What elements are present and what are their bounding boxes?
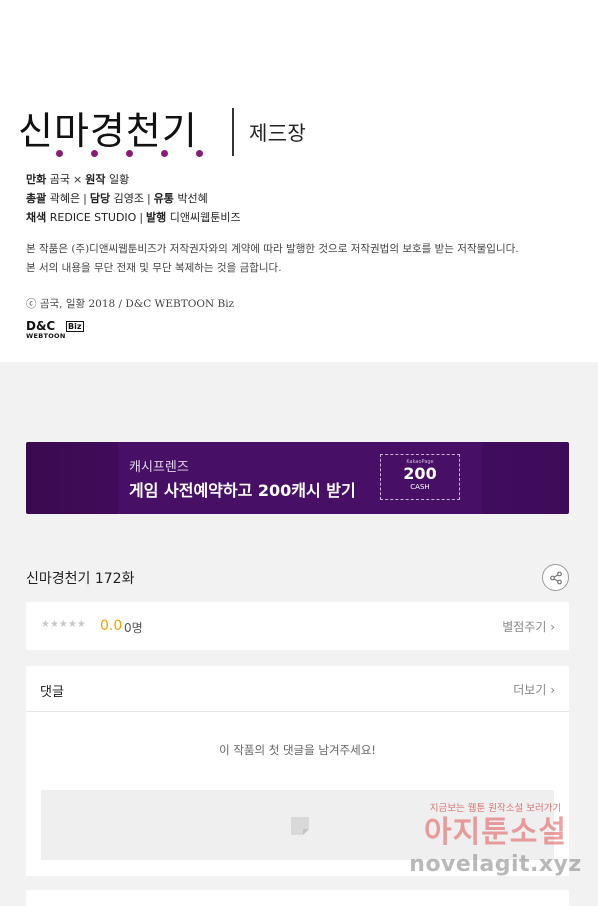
staff-separator: | bbox=[83, 192, 87, 205]
coupon-amount: 200 bbox=[403, 464, 437, 483]
site-watermark: 지금보는 웹툰 원작소설 보러가기 아지툰소설 novelagit.xyz bbox=[408, 800, 583, 890]
watermark-url: novelagit.xyz bbox=[409, 852, 582, 877]
notice-line: 본 서의 내용을 무단 전재 및 무단 복제하는 것을 금합니다. bbox=[26, 262, 282, 274]
staff-separator: | bbox=[146, 192, 151, 205]
staff-role: 총괄 bbox=[26, 192, 47, 205]
next-panel bbox=[26, 890, 569, 906]
star-rating: ★★★★★ bbox=[41, 619, 86, 630]
comment-header: 댓글 더보기 › bbox=[26, 666, 569, 712]
staff-name: 박선혜 bbox=[177, 192, 208, 205]
promo-banner[interactable]: 캐시프렌즈 게임 사전예약하고 200캐시 받기 KakaoPage 200 C… bbox=[26, 442, 569, 514]
series-title: 신마경천기 bbox=[18, 109, 198, 153]
publisher-logo: D&C Biz WEBTOON bbox=[26, 320, 86, 342]
episode-credits: 신마경천기 제三장 만화 곰국 × 원작 일황 총괄 곽혜은 | 담당 김영조 | 유통 박선… bbox=[0, 0, 598, 362]
copyright-line: ⓒ 곰국, 일황 2018 / D&C WEBTOON Biz bbox=[26, 298, 235, 310]
rating-count: 0명 bbox=[124, 621, 143, 635]
staff-role: 발행 bbox=[146, 211, 167, 224]
rate-link[interactable]: 별점주기 › bbox=[502, 618, 555, 635]
chapter-subtitle: 제三장 bbox=[249, 121, 306, 145]
image-placeholder-icon bbox=[291, 817, 309, 835]
rating-panel: ★★★★★ 0.0 0명 별점주기 › bbox=[26, 602, 569, 650]
staff-role: 만화 bbox=[26, 173, 47, 186]
banner-title: 게임 사전예약하고 200캐시 받기 bbox=[129, 481, 356, 500]
staff-name: 곽혜은 bbox=[49, 192, 81, 205]
share-button[interactable] bbox=[542, 564, 569, 591]
staff-role: 담당 bbox=[89, 192, 111, 205]
staff-role: 원작 bbox=[85, 173, 106, 186]
episode-title: 신마경천기 172화 bbox=[26, 571, 135, 587]
staff-row: 만화 곰국 × 원작 일황 bbox=[26, 170, 241, 189]
watermark-tagline: 지금보는 웹툰 원작소설 보러가기 bbox=[429, 803, 562, 814]
title-logo: 신마경천기 bbox=[18, 100, 203, 160]
staff-name: 일황 bbox=[108, 173, 130, 186]
notice-line: 본 작품은 (주)디앤씨웹툰비즈가 저작권자와의 계약에 따라 발행한 것으로 … bbox=[26, 243, 519, 255]
staff-name: 김영조 bbox=[113, 192, 144, 205]
comment-title: 댓글 bbox=[40, 685, 64, 700]
title-dots bbox=[56, 150, 203, 157]
logo-badge: Biz bbox=[66, 321, 84, 332]
staff-row: 총괄 곽혜은 | 담당 김영조 | 유통 박선혜 bbox=[26, 189, 241, 208]
copyright-notice: 본 작품은 (주)디앤씨웹툰비즈가 저작권자와의 계약에 따라 발행한 것으로 … bbox=[26, 240, 519, 278]
cash-coupon: KakaoPage 200 CASH bbox=[380, 454, 460, 500]
rating-score: 0.0 bbox=[100, 618, 123, 634]
staff-name: 디앤씨웹툰비즈 bbox=[169, 211, 241, 224]
staff-role: 유통 bbox=[153, 192, 174, 205]
logo-subtext: WEBTOON bbox=[26, 332, 66, 340]
watermark-title: 아지툰소설 bbox=[424, 815, 567, 850]
staff-separator: | bbox=[139, 211, 144, 224]
staff-name: REDICE STUDIO bbox=[49, 211, 137, 224]
more-comments-link[interactable]: 더보기 › bbox=[513, 681, 555, 698]
staff-credits: 만화 곰국 × 원작 일황 총괄 곽혜은 | 담당 김영조 | 유통 박선혜 채색 REDICE… bbox=[26, 170, 241, 227]
staff-separator: × bbox=[73, 173, 83, 186]
staff-name: 곰국 bbox=[49, 173, 70, 186]
title-divider bbox=[232, 108, 234, 156]
share-icon bbox=[549, 571, 562, 584]
coupon-unit: CASH bbox=[410, 483, 430, 491]
staff-role: 채색 bbox=[26, 211, 47, 224]
banner-subtitle: 캐시프렌즈 bbox=[129, 460, 189, 475]
staff-row: 채색 REDICE STUDIO | 발행 디앤씨웹툰비즈 bbox=[26, 208, 241, 227]
empty-comment-message: 이 작품의 첫 댓글을 남겨주세요! bbox=[219, 743, 376, 757]
